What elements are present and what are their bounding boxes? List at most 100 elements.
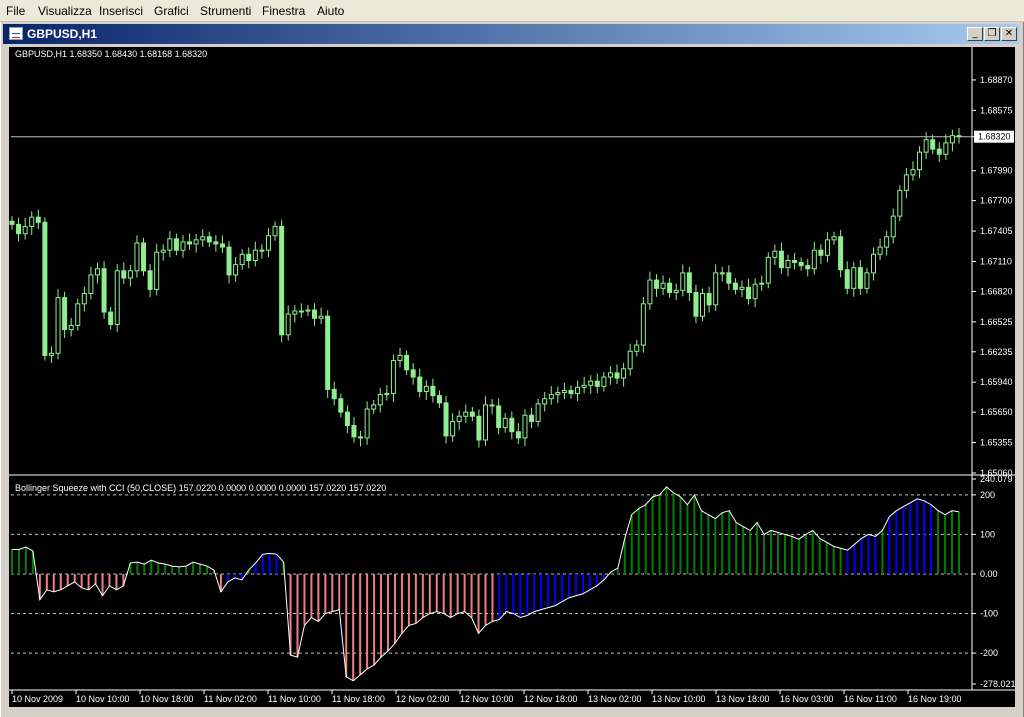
candle-bull xyxy=(923,139,929,153)
candle-bull xyxy=(739,286,745,290)
candle-bear xyxy=(529,414,535,422)
minimize-icon: _ xyxy=(972,28,978,39)
candle-bear xyxy=(206,236,212,243)
candle-bull xyxy=(88,274,94,294)
candle-bear xyxy=(331,388,337,400)
candle-bull xyxy=(48,352,54,356)
candle-bear xyxy=(121,270,127,279)
candle-bull xyxy=(535,403,541,422)
candle-bear xyxy=(443,402,449,437)
price-tick-label: 1.68575 xyxy=(980,105,1013,115)
menu-inserisci[interactable]: Inserisci xyxy=(99,4,143,18)
candle-bull xyxy=(555,392,561,396)
candle-bull xyxy=(239,253,245,266)
candle-bull xyxy=(917,151,923,171)
candle-bull xyxy=(127,270,133,279)
candle-bull xyxy=(943,142,949,155)
chart-window-icon xyxy=(9,27,23,40)
candle-bear xyxy=(404,354,410,371)
candle-bull xyxy=(601,376,607,387)
price-tick-label: 1.66525 xyxy=(980,317,1013,327)
candle-bull xyxy=(81,292,87,305)
menu-bar: File Visualizza Inserisci Grafici Strume… xyxy=(0,0,1024,22)
candle-bear xyxy=(9,220,15,225)
menu-grafici[interactable]: Grafici xyxy=(154,4,189,18)
close-button[interactable]: ✕ xyxy=(1001,27,1017,41)
time-tick-label: 10 Nov 18:00 xyxy=(140,694,194,704)
candle-bull xyxy=(680,272,686,291)
menu-aiuto[interactable]: Aiuto xyxy=(317,4,344,18)
candle-bull xyxy=(640,303,646,346)
candle-bear xyxy=(213,241,219,245)
candle-bull xyxy=(390,360,396,395)
candle-bull xyxy=(160,249,166,253)
candle-bull xyxy=(200,236,206,241)
candle-bear xyxy=(838,236,844,271)
candle-bull xyxy=(167,238,173,251)
menu-file[interactable]: File xyxy=(6,4,25,18)
candle-bull xyxy=(483,404,488,441)
time-tick-label: 11 Nov 18:00 xyxy=(332,694,385,704)
candle-bull xyxy=(785,259,791,269)
candle-bull xyxy=(94,268,100,276)
candle-bear xyxy=(147,270,153,290)
candle-bull xyxy=(864,272,870,289)
candle-bull xyxy=(397,354,403,362)
candle-bear xyxy=(496,405,502,429)
price-tick-label: 1.67700 xyxy=(980,196,1013,206)
window-title-bar[interactable]: GBPUSD,H1 _ ❐ ✕ xyxy=(3,24,1019,44)
candle-bull xyxy=(673,289,679,293)
candle-bull xyxy=(450,420,456,437)
chart-canvas[interactable]: 1.68870 1.68575 1.67990 1.67700 1.67405 1.671… xyxy=(9,47,1015,707)
menu-finestra[interactable]: Finestra xyxy=(262,4,305,18)
candle-bull xyxy=(588,380,594,386)
candle-bear xyxy=(798,262,804,267)
candle-bear xyxy=(469,411,475,417)
candle-bear xyxy=(325,315,331,390)
minimize-button[interactable]: _ xyxy=(967,27,983,41)
candle-bull xyxy=(75,303,81,326)
candle-bull xyxy=(719,272,725,275)
candle-bull xyxy=(772,250,778,258)
candle-bull xyxy=(259,249,265,252)
menu-strumenti[interactable]: Strumenti xyxy=(200,4,251,18)
candle-bear xyxy=(844,269,850,289)
time-tick-label: 16 Nov 03:00 xyxy=(780,694,834,704)
candle-bull xyxy=(285,313,291,336)
candle-bear xyxy=(219,243,225,248)
candle-bull xyxy=(700,292,706,317)
candle-bull xyxy=(318,315,324,319)
candle-bear xyxy=(489,404,495,407)
candle-bear xyxy=(108,311,114,325)
candle-bear xyxy=(16,223,22,235)
indicator-tick-label: 240.079 xyxy=(980,474,1013,484)
candle-bull xyxy=(134,242,140,272)
candle-bear xyxy=(956,135,962,138)
candle-bear xyxy=(693,291,699,317)
candle-bull xyxy=(292,310,298,315)
menu-visualizza[interactable]: Visualizza xyxy=(38,4,92,18)
candle-bull xyxy=(575,386,581,395)
price-tick-label: 1.66820 xyxy=(980,286,1013,296)
candle-bear xyxy=(173,238,179,251)
candle-bear xyxy=(417,376,423,393)
candle-bear xyxy=(667,282,673,293)
candle-bull xyxy=(456,415,462,422)
window-title: GBPUSD,H1 xyxy=(27,27,98,41)
candle-bull xyxy=(463,411,469,417)
candle-bull xyxy=(713,272,719,306)
candle-bull xyxy=(548,394,554,400)
candle-bull xyxy=(522,414,528,439)
candle-bull xyxy=(877,246,883,255)
chart-area[interactable]: 1.68870 1.68575 1.67990 1.67700 1.67405 1.671… xyxy=(9,47,1015,707)
restore-button[interactable]: ❐ xyxy=(984,27,1000,41)
close-icon: ✕ xyxy=(1004,28,1014,39)
candle-bear xyxy=(35,216,41,223)
candle-bear xyxy=(344,411,350,427)
candle-bear xyxy=(614,372,620,379)
candle-bear xyxy=(936,148,942,155)
time-tick-label: 13 Nov 18:00 xyxy=(716,694,770,704)
candle-bear xyxy=(358,436,364,439)
candle-bear xyxy=(410,369,416,378)
indicator-header: Bollinger Squeeze with CCI (50,CLOSE) 15… xyxy=(15,483,386,493)
